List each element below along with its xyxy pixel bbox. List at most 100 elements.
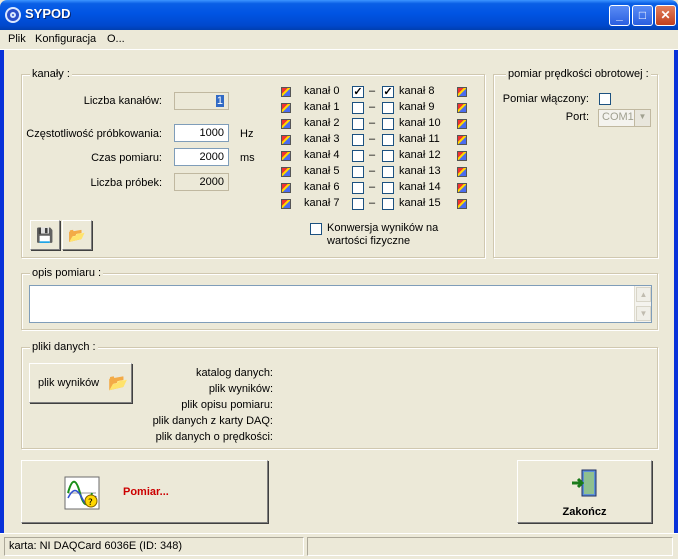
channel-label: kanał 5	[304, 165, 340, 177]
status-pane-2	[307, 537, 673, 556]
scroll-up-icon[interactable]: ▲	[636, 287, 651, 302]
channel-label: kanał 14	[399, 181, 441, 193]
channel-checkbox[interactable]	[352, 150, 364, 162]
channel-color-icon[interactable]	[457, 167, 467, 177]
channel-color-icon[interactable]	[457, 87, 467, 97]
channel-count-label: Liczba kanałów:	[83, 95, 162, 107]
channel-color-icon[interactable]	[457, 119, 467, 129]
channel-pair-dash: –	[369, 149, 376, 161]
channel-checkbox[interactable]: ✓	[352, 86, 364, 98]
window-title: SYPOD	[25, 6, 71, 21]
channel-checkbox[interactable]	[382, 166, 394, 178]
description-scrollbar[interactable]: ▲ ▼	[634, 286, 651, 322]
description-textarea[interactable]: ▲ ▼	[29, 285, 652, 323]
sample-count-field: 2000	[174, 173, 229, 191]
exit-button-label: Zakończ	[562, 506, 607, 518]
open-config-button[interactable]: 📂	[62, 220, 92, 250]
close-button[interactable]: ✕	[655, 5, 676, 26]
channel-label: kanał 7	[304, 197, 340, 209]
sampling-frequency-input[interactable]: 1000	[174, 124, 229, 142]
exit-button[interactable]: Zakończ	[517, 460, 652, 523]
channel-checkbox[interactable]	[352, 102, 364, 114]
measure-button[interactable]: ? Pomiar...	[21, 460, 268, 523]
channel-label: kanał 11	[399, 133, 440, 145]
channel-pair-dash: –	[369, 181, 376, 193]
maximize-button[interactable]: □	[632, 5, 653, 26]
channel-label: kanał 13	[399, 165, 441, 177]
description-file-label: plik opisu pomiaru:	[181, 399, 273, 411]
channel-pair-dash: –	[369, 165, 376, 177]
channel-checkbox[interactable]	[382, 134, 394, 146]
results-file-button-label: plik wyników	[38, 377, 100, 389]
frequency-unit: Hz	[240, 128, 254, 140]
channel-label: kanał 0	[304, 85, 340, 97]
data-files-group-title: pliki danych :	[30, 341, 98, 353]
measurement-time-input[interactable]: 2000	[174, 148, 229, 166]
window-frame-right	[674, 30, 678, 559]
channel-label: kanał 10	[399, 117, 441, 129]
channel-checkbox[interactable]	[352, 182, 364, 194]
channel-checkbox[interactable]	[382, 102, 394, 114]
status-bar: karta: NI DAQCard 6036E (ID: 348)	[0, 533, 678, 559]
physical-conversion-label-line2: wartości fizyczne	[327, 235, 411, 247]
port-select[interactable]: COM1 ▼	[598, 109, 651, 127]
results-file-button[interactable]: plik wyników 📂	[29, 363, 132, 403]
channel-color-icon[interactable]	[281, 87, 291, 97]
channel-label: kanał 1	[304, 101, 340, 113]
channel-color-icon[interactable]	[281, 151, 291, 161]
chevron-down-icon[interactable]: ▼	[634, 110, 650, 126]
scroll-down-icon[interactable]: ▼	[636, 306, 651, 321]
channel-color-icon[interactable]	[281, 103, 291, 113]
channel-color-icon[interactable]	[457, 135, 467, 145]
menu-bar: Plik Konfiguracja O...	[0, 30, 678, 50]
window-frame-left	[0, 30, 4, 559]
description-group-title: opis pomiaru :	[30, 267, 104, 279]
channel-color-icon[interactable]	[281, 199, 291, 209]
channel-color-icon[interactable]	[281, 183, 291, 193]
channel-checkbox[interactable]	[352, 118, 364, 130]
waveform-chart-icon: ?	[64, 476, 100, 510]
speed-enabled-label: Pomiar włączony:	[502, 93, 589, 105]
channel-color-icon[interactable]	[281, 119, 291, 129]
channel-pair-dash: –	[369, 117, 376, 129]
channel-checkbox[interactable]	[352, 134, 364, 146]
channel-pair-dash: –	[369, 197, 376, 209]
channel-label: kanał 2	[304, 117, 340, 129]
channel-color-icon[interactable]	[457, 199, 467, 209]
menu-o[interactable]: O...	[107, 33, 125, 45]
channel-checkbox[interactable]	[352, 166, 364, 178]
channel-checkbox[interactable]: ✓	[382, 86, 394, 98]
save-config-button[interactable]: 💾	[30, 220, 60, 250]
physical-conversion-label-line1: Konwersja wyników na	[327, 222, 439, 234]
menu-plik[interactable]: Plik	[8, 33, 26, 45]
minimize-button[interactable]: _	[609, 5, 630, 26]
channel-checkbox[interactable]	[382, 182, 394, 194]
channel-color-icon[interactable]	[281, 135, 291, 145]
channel-checkbox[interactable]	[382, 198, 394, 210]
channel-pair-dash: –	[369, 85, 376, 97]
channel-color-icon[interactable]	[457, 151, 467, 161]
channel-label: kanał 9	[399, 101, 435, 113]
channel-label: kanał 3	[304, 133, 340, 145]
channel-checkbox[interactable]	[382, 118, 394, 130]
speed-group-title: pomiar prędkości obrotowej :	[506, 68, 651, 80]
channel-checkbox[interactable]	[382, 150, 394, 162]
channel-color-icon[interactable]	[281, 167, 291, 177]
physical-conversion-checkbox[interactable]	[310, 223, 322, 235]
port-select-value: COM1	[602, 111, 634, 123]
open-folder-icon: 📂	[68, 227, 86, 243]
channel-label: kanał 6	[304, 181, 340, 193]
channel-color-icon[interactable]	[457, 103, 467, 113]
channel-pair-dash: –	[369, 133, 376, 145]
channel-color-icon[interactable]	[457, 183, 467, 193]
sampling-frequency-label: Częstotliwość próbkowania:	[26, 128, 162, 140]
channel-count-field: 1	[174, 92, 229, 110]
channel-label: kanał 4	[304, 149, 340, 161]
title-bar[interactable]: SYPOD _ □ ✕	[0, 0, 678, 30]
channel-label: kanał 15	[399, 197, 441, 209]
measure-button-label: Pomiar...	[123, 486, 169, 498]
speed-enabled-checkbox[interactable]	[599, 93, 611, 105]
app-icon[interactable]	[5, 7, 21, 23]
channel-checkbox[interactable]	[352, 198, 364, 210]
menu-konfiguracja[interactable]: Konfiguracja	[35, 33, 96, 45]
